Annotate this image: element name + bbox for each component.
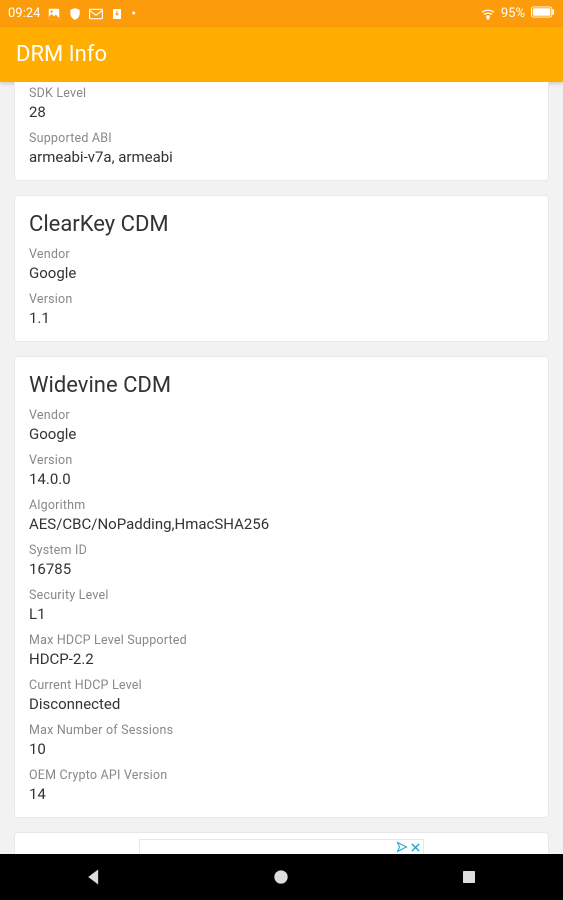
row-value: 1.1 <box>29 309 534 327</box>
row-value: Google <box>29 264 534 282</box>
row-value: L1 <box>29 605 534 623</box>
row-label: Security Level <box>29 588 534 603</box>
row-label: Max HDCP Level Supported <box>29 633 534 648</box>
status-time: 09:24 <box>8 6 40 21</box>
app-title: DRM Info <box>16 42 107 67</box>
content-scroll[interactable]: SDK Level 28 Supported ABI armeabi-v7a, … <box>0 82 563 854</box>
nav-home-button[interactable] <box>251 854 311 900</box>
info-row: Current HDCP Level Disconnected <box>29 678 534 713</box>
ad-card[interactable]: Spüre die Power HUAWEI <box>14 832 549 854</box>
row-value: 14 <box>29 785 534 803</box>
row-value: armeabi-v7a, armeabi <box>29 148 534 166</box>
info-row: OEM Crypto API Version 14 <box>29 768 534 803</box>
info-row: Max Number of Sessions 10 <box>29 723 534 758</box>
status-right: 95% <box>481 6 555 22</box>
row-value: AES/CBC/NoPadding,HmacSHA256 <box>29 515 534 533</box>
info-row: Version 1.1 <box>29 292 534 327</box>
row-label: SDK Level <box>29 86 534 101</box>
row-value: Disconnected <box>29 695 534 713</box>
info-row: Version 14.0.0 <box>29 453 534 488</box>
row-label: Vendor <box>29 408 534 423</box>
row-value: Google <box>29 425 534 443</box>
wifi-icon <box>481 7 495 21</box>
row-label: Algorithm <box>29 498 534 513</box>
card-title: Widevine CDM <box>29 373 534 398</box>
status-bar: 09:24 • 95% <box>0 0 563 27</box>
image-icon <box>47 7 61 21</box>
card-title: ClearKey CDM <box>29 212 534 237</box>
info-row: Algorithm AES/CBC/NoPadding,HmacSHA256 <box>29 498 534 533</box>
nav-recent-button[interactable] <box>439 854 499 900</box>
widevine-card: Widevine CDM VendorGoogle Version14.0.0 … <box>14 356 549 818</box>
row-label: Supported ABI <box>29 131 534 146</box>
status-left: 09:24 • <box>8 6 136 22</box>
nav-back-button[interactable] <box>64 854 124 900</box>
info-row: Max HDCP Level Supported HDCP-2.2 <box>29 633 534 668</box>
row-value: 16785 <box>29 560 534 578</box>
row-label: System ID <box>29 543 534 558</box>
battery-percent: 95% <box>501 6 525 21</box>
row-value: 10 <box>29 740 534 758</box>
app-bar: DRM Info <box>0 27 563 82</box>
row-label: Current HDCP Level <box>29 678 534 693</box>
info-row: System ID 16785 <box>29 543 534 578</box>
ad-info-icon[interactable] <box>396 841 408 854</box>
download-icon <box>110 7 124 21</box>
mail-icon <box>89 7 103 21</box>
row-label: Version <box>29 292 534 307</box>
row-value: HDCP-2.2 <box>29 650 534 668</box>
row-label: Version <box>29 453 534 468</box>
row-value: 14.0.0 <box>29 470 534 488</box>
row-label: Max Number of Sessions <box>29 723 534 738</box>
navigation-bar <box>0 854 563 900</box>
row-label: Vendor <box>29 247 534 262</box>
shield-icon <box>68 7 82 21</box>
ad-inner[interactable]: Spüre die Power HUAWEI <box>139 839 424 854</box>
clearkey-card: ClearKey CDM Vendor Google Version 1.1 <box>14 195 549 342</box>
info-row: Security Level L1 <box>29 588 534 623</box>
info-row: SDK Level 28 <box>29 86 534 121</box>
ad-close-icon[interactable] <box>410 842 421 855</box>
row-value: 28 <box>29 103 534 121</box>
info-row: Vendor Google <box>29 247 534 282</box>
row-label: OEM Crypto API Version <box>29 768 534 783</box>
info-row: Supported ABI armeabi-v7a, armeabi <box>29 131 534 166</box>
more-icon: • <box>131 6 136 22</box>
battery-icon <box>531 6 555 22</box>
ad-badge[interactable] <box>394 840 423 854</box>
info-row: Vendor Google <box>29 408 534 443</box>
device-info-card: SDK Level 28 Supported ABI armeabi-v7a, … <box>14 82 549 181</box>
